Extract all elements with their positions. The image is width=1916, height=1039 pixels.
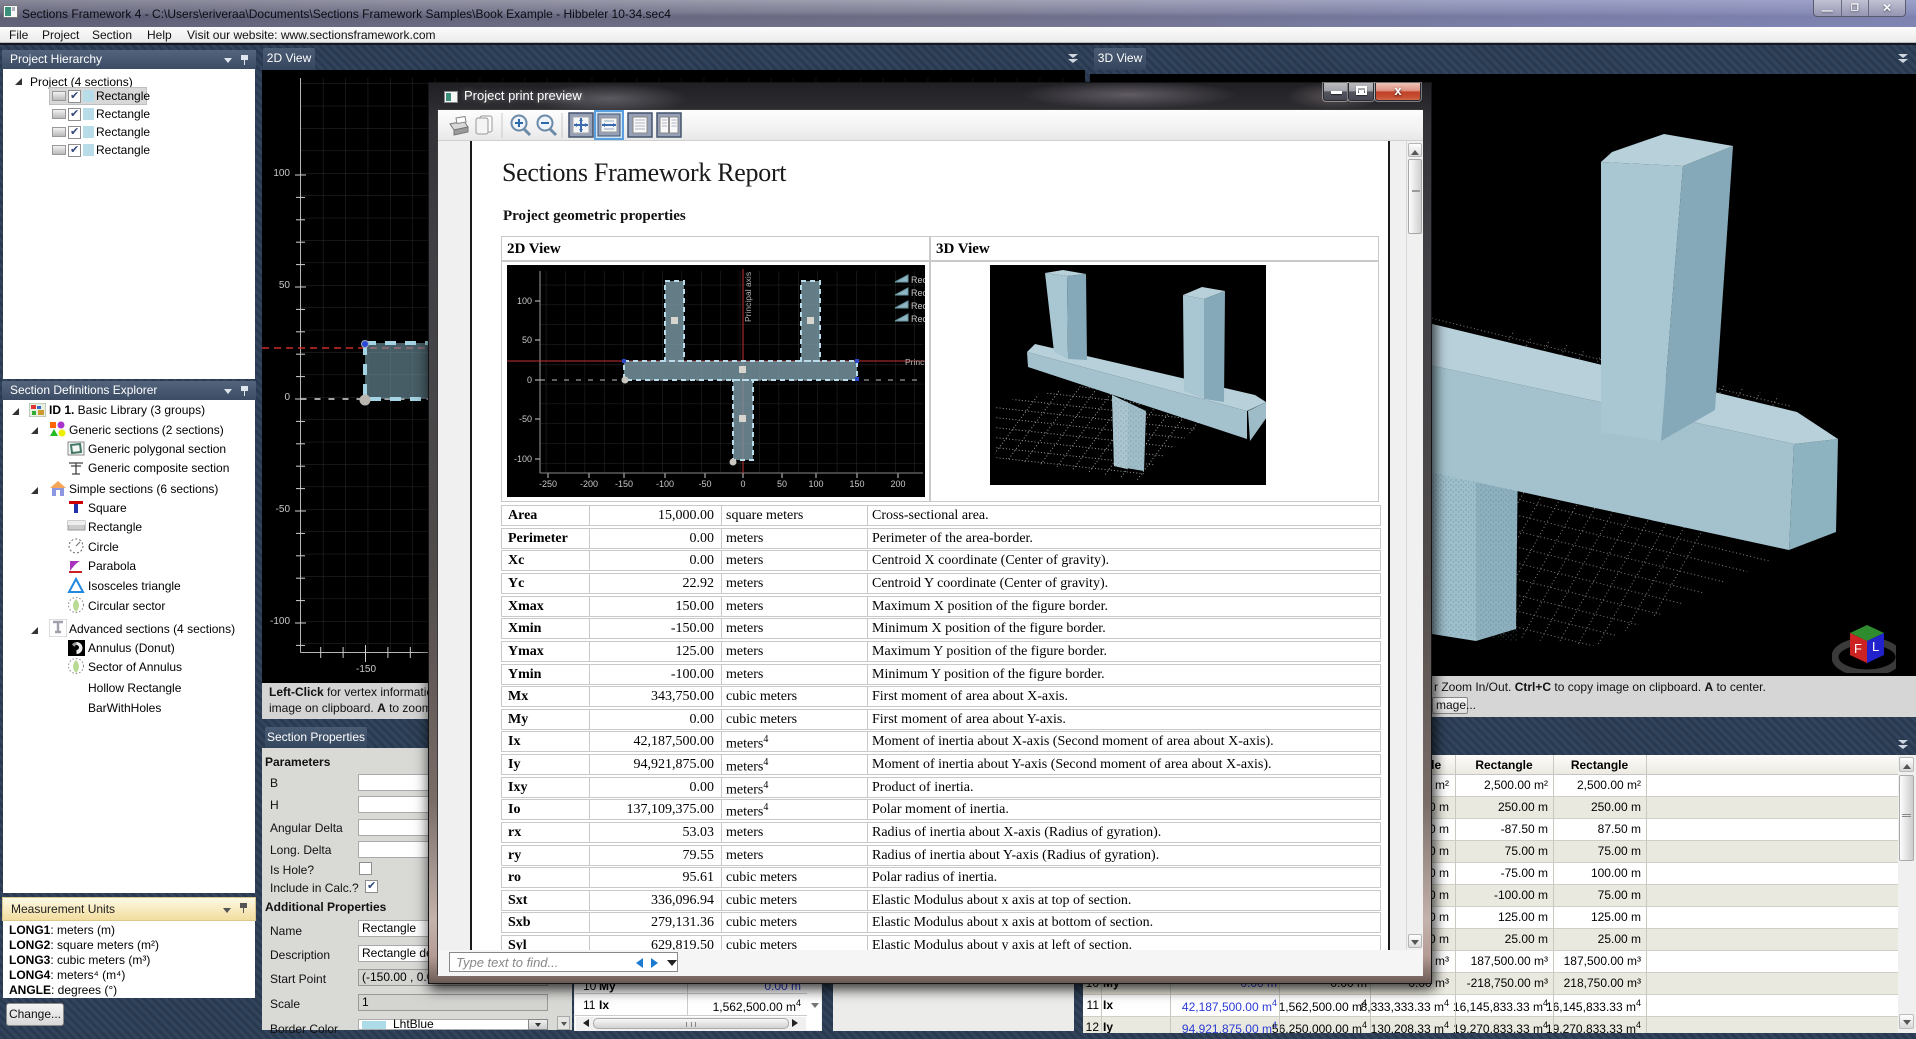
svg-text:-100: -100	[514, 454, 532, 464]
svg-text:Principal: Principal	[905, 357, 925, 367]
svg-text:100: 100	[517, 296, 532, 306]
svg-text:Recta: Recta	[911, 275, 925, 285]
svg-text:0: 0	[527, 375, 532, 385]
svg-text:F: F	[1854, 641, 1862, 656]
svg-text:50: 50	[777, 479, 787, 489]
svg-text:-200: -200	[580, 479, 598, 489]
svg-text:-250: -250	[539, 479, 557, 489]
svg-text:-150: -150	[615, 479, 633, 489]
svg-text:0: 0	[740, 479, 745, 489]
svg-text:150: 150	[849, 479, 864, 489]
svg-text:Principal axis: Principal axis	[743, 272, 753, 322]
svg-text:-100: -100	[656, 479, 674, 489]
svg-text:Recta: Recta	[911, 288, 925, 298]
svg-text:200: 200	[890, 479, 905, 489]
svg-text:L: L	[1872, 639, 1879, 654]
svg-text:-50: -50	[519, 414, 532, 424]
svg-text:100: 100	[808, 479, 823, 489]
svg-text:50: 50	[522, 335, 532, 345]
svg-text:-50: -50	[698, 479, 711, 489]
svg-text:Recta: Recta	[911, 314, 925, 324]
svg-text:Recta: Recta	[911, 301, 925, 311]
